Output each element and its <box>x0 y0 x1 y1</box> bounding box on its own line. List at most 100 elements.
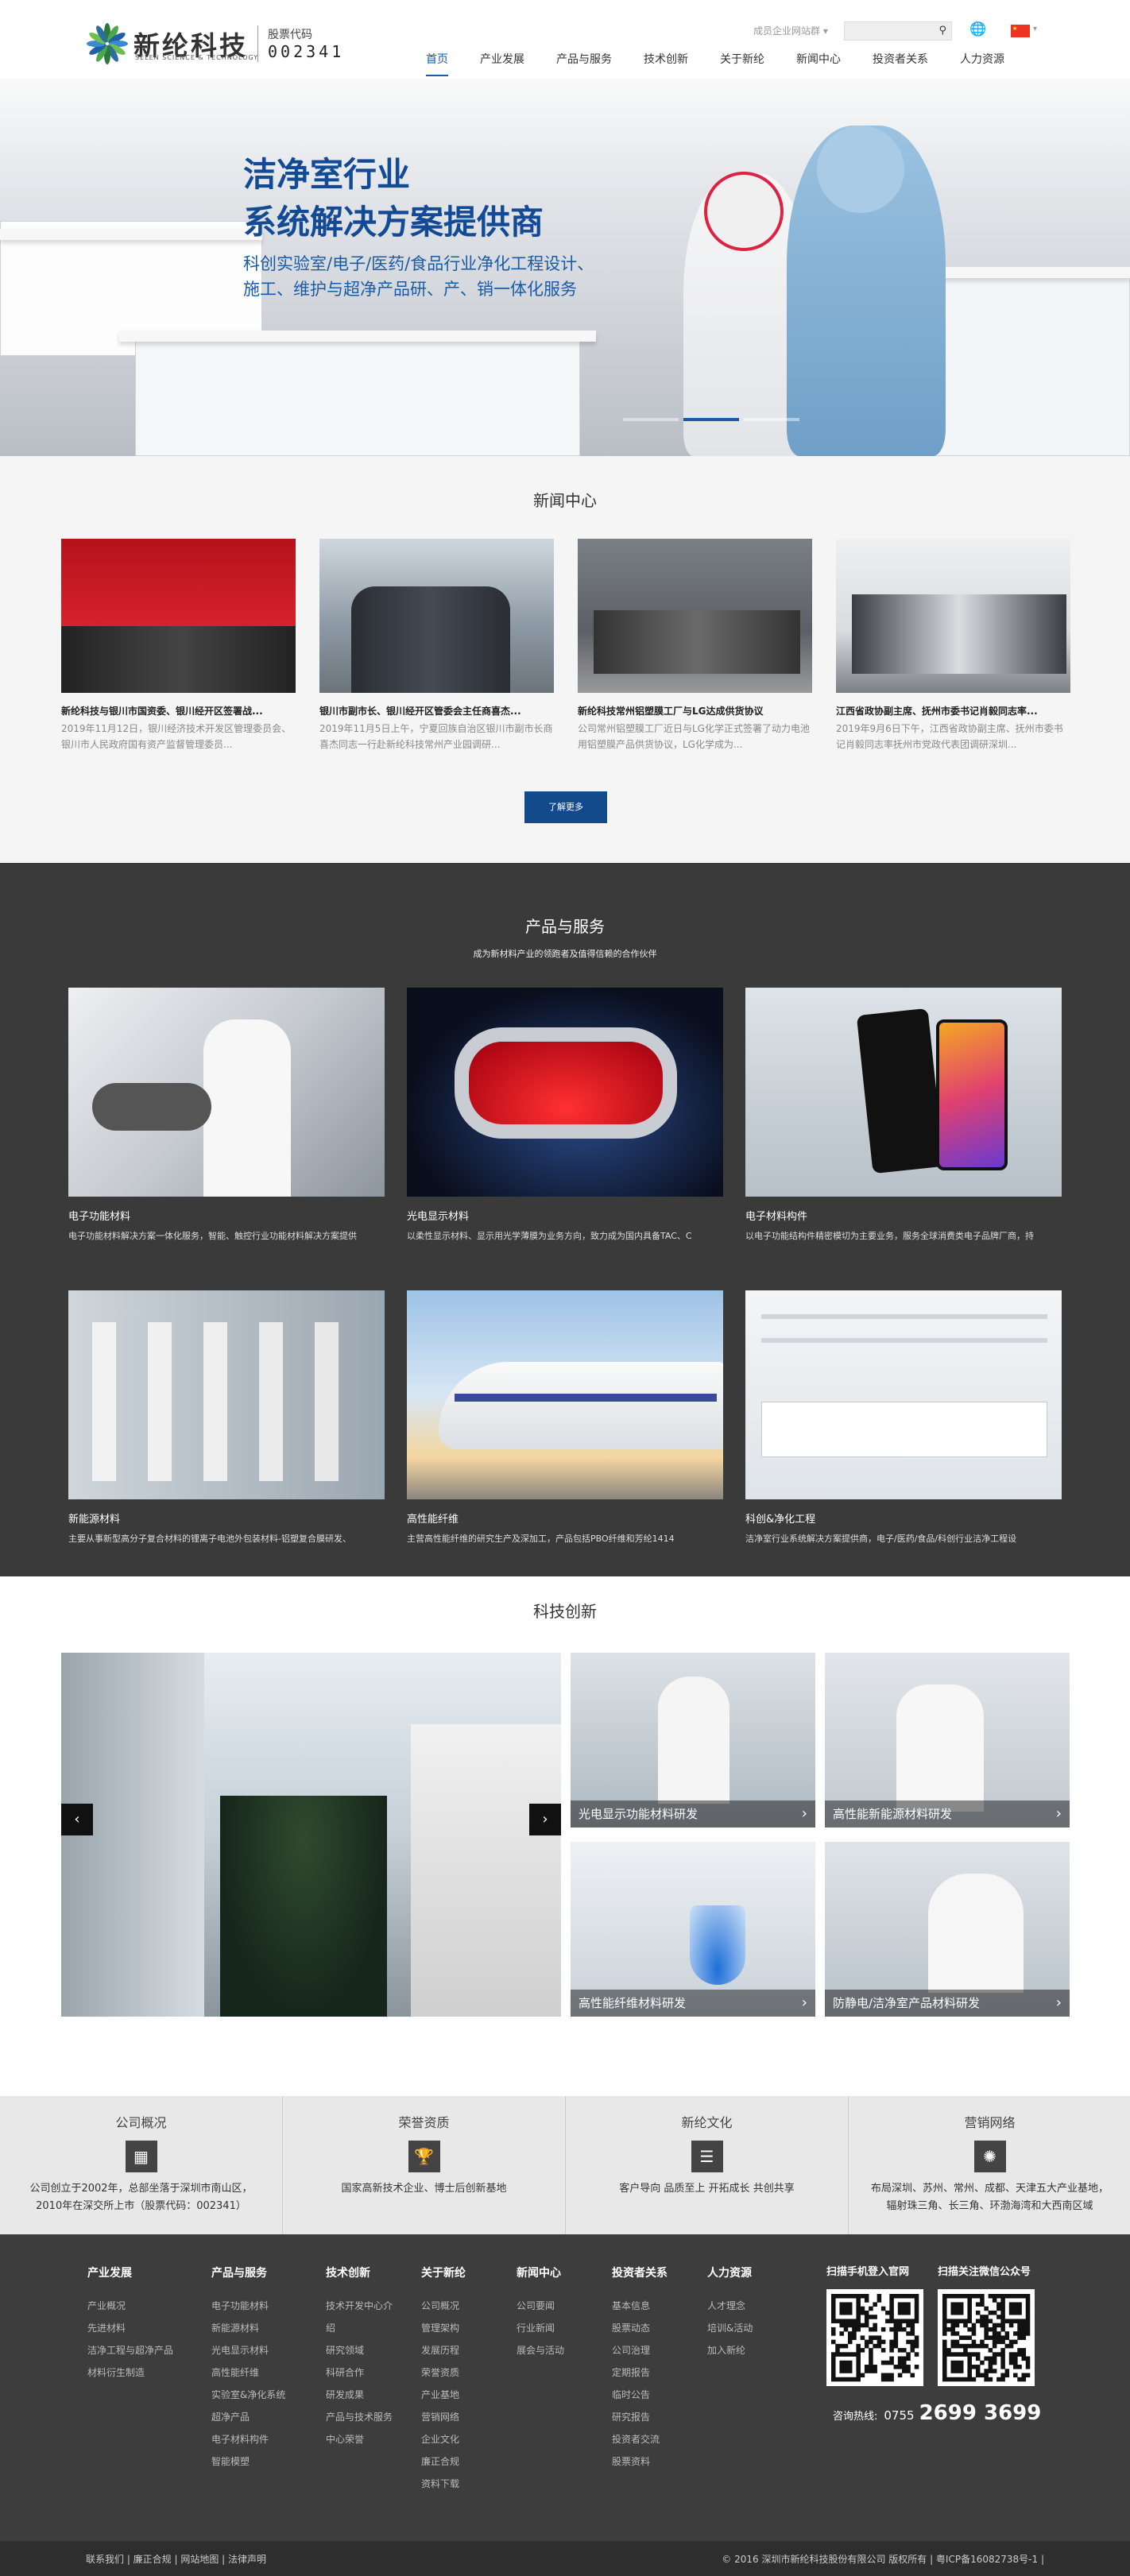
news-card[interactable]: 新纶科技常州铝塑膜工厂与LG达成供货协议 公司常州铝塑膜工厂近日与LG化学正式签… <box>578 539 812 752</box>
footer-link[interactable]: 资料下载 <box>421 2473 466 2495</box>
footer-link[interactable]: 定期报告 <box>612 2361 668 2384</box>
product-card[interactable]: 光电显示材料 以柔性显示材料、显示用光学薄膜为业务方向，致力成为国内具备TAC、… <box>407 988 723 1242</box>
tech-card[interactable]: 光电显示功能材料研发 › <box>571 1653 815 1828</box>
site-logo[interactable]: 新纶科技 SELEN SCIENCE & TECHNOLOGY 股票代码 002… <box>86 22 344 65</box>
overview-title[interactable]: 荣誉资质 <box>283 2112 565 2131</box>
product-image[interactable] <box>407 1290 723 1499</box>
footer-link[interactable]: 公司要闻 <box>517 2295 564 2317</box>
news-headline[interactable]: 江西省政协副主席、抚州市委书记肖毅同志率... <box>836 704 1070 717</box>
footer-link[interactable]: 技术开发中心介 <box>326 2295 393 2317</box>
news-image[interactable] <box>578 539 812 693</box>
footer-link[interactable]: 荣誉资质 <box>421 2361 466 2384</box>
footer-link[interactable]: 人才理念 <box>707 2295 753 2317</box>
footer-link[interactable]: 高性能纤维 <box>211 2361 285 2384</box>
news-card[interactable]: 银川市副市长、银川经开区管委会主任商喜杰... 2019年11月5日上午，宁夏回… <box>319 539 554 752</box>
news-headline[interactable]: 新纶科技常州铝塑膜工厂与LG达成供货协议 <box>578 704 812 717</box>
footer-link[interactable]: 材料衍生制造 <box>87 2361 173 2384</box>
nav-item[interactable]: 人力资源 <box>960 51 1004 76</box>
footer-column-title[interactable]: 新闻中心 <box>517 2265 564 2280</box>
footer-bottom-links[interactable]: 联系我们 | 廉正合规 | 网站地图 | 法律声明 <box>86 2552 266 2566</box>
product-image[interactable] <box>68 1290 385 1499</box>
footer-column-title[interactable]: 产业发展 <box>87 2265 173 2280</box>
footer-link[interactable]: 基本信息 <box>612 2295 668 2317</box>
footer-link[interactable]: 公司概况 <box>421 2295 466 2317</box>
nav-item[interactable]: 投资者关系 <box>873 51 928 76</box>
member-sites-dropdown[interactable]: 成员企业网站群 ▾ <box>753 24 828 37</box>
tech-card-caption[interactable]: 高性能新能源材料研发 › <box>825 1800 1070 1828</box>
news-headline[interactable]: 新纶科技与银川市国资委、银川经开区签署战... <box>61 704 296 717</box>
product-name[interactable]: 新能源材料 <box>68 1510 385 1526</box>
nav-item[interactable]: 技术创新 <box>644 51 688 76</box>
footer-link[interactable]: 廉正合规 <box>421 2450 466 2473</box>
news-more-button[interactable]: 了解更多 <box>524 791 607 823</box>
product-image[interactable] <box>745 988 1062 1197</box>
footer-link[interactable]: 企业文化 <box>421 2428 466 2450</box>
footer-link[interactable]: 超净产品 <box>211 2406 285 2428</box>
search-input[interactable]: ⚲ <box>844 21 952 41</box>
footer-link[interactable]: 先进材料 <box>87 2317 173 2339</box>
footer-link[interactable]: 电子材料构件 <box>211 2428 285 2450</box>
product-name[interactable]: 科创&净化工程 <box>745 1510 1062 1526</box>
footer-column-title[interactable]: 投资者关系 <box>612 2265 668 2280</box>
overview-title[interactable]: 营销网络 <box>849 2112 1130 2131</box>
footer-column-title[interactable]: 产品与服务 <box>211 2265 285 2280</box>
product-name[interactable]: 高性能纤维 <box>407 1510 723 1526</box>
footer-link[interactable]: 产业基地 <box>421 2384 466 2406</box>
footer-link[interactable]: 研究报告 <box>612 2406 668 2428</box>
news-image[interactable] <box>319 539 554 693</box>
product-card[interactable]: 电子材料构件 以电子功能结构件精密模切为主要业务，服务全球消费类电子品牌厂商，持 <box>745 988 1062 1242</box>
overview-title[interactable]: 新纶文化 <box>566 2112 848 2131</box>
product-card[interactable]: 科创&净化工程 洁净室行业系统解决方案提供商，电子/医药/食品/科创行业洁净工程… <box>745 1290 1062 1545</box>
slider-next-button[interactable]: › <box>529 1804 561 1835</box>
tech-slider[interactable]: ‹ › <box>61 1653 561 2017</box>
footer-link[interactable]: 中心荣誉 <box>326 2428 393 2450</box>
footer-link[interactable]: 光电显示材料 <box>211 2339 285 2361</box>
footer-link[interactable]: 洁净工程与超净产品 <box>87 2339 173 2361</box>
product-image[interactable] <box>68 988 385 1197</box>
tech-card-caption[interactable]: 光电显示功能材料研发 › <box>571 1800 815 1828</box>
footer-link[interactable]: 实验室&净化系统 <box>211 2384 285 2406</box>
footer-link[interactable]: 发展历程 <box>421 2339 466 2361</box>
overview-title[interactable]: 公司概况 <box>0 2112 282 2131</box>
news-card[interactable]: 江西省政协副主席、抚州市委书记肖毅同志率... 2019年9月6日下午，江西省政… <box>836 539 1070 752</box>
tech-card-caption[interactable]: 高性能纤维材料研发 › <box>571 1990 815 2017</box>
overview-item[interactable]: 新纶文化 ☰ 客户导向 品质至上 开拓成长 共创共享 <box>566 2096 848 2234</box>
product-name[interactable]: 电子功能材料 <box>68 1208 385 1223</box>
footer-link[interactable]: 产品与技术服务 <box>326 2406 393 2428</box>
footer-link[interactable]: 研发成果 <box>326 2384 393 2406</box>
product-card[interactable]: 电子功能材料 电子功能材料解决方案一体化服务，智能、触控行业功能材料解决方案提供 <box>68 988 385 1242</box>
footer-link[interactable]: 科研合作 <box>326 2361 393 2384</box>
product-name[interactable]: 光电显示材料 <box>407 1208 723 1223</box>
nav-item[interactable]: 产品与服务 <box>556 51 612 76</box>
news-card[interactable]: 新纶科技与银川市国资委、银川经开区签署战... 2019年11月12日，银川经济… <box>61 539 296 752</box>
news-image[interactable] <box>836 539 1070 693</box>
tech-card[interactable]: 高性能纤维材料研发 › <box>571 1842 815 2017</box>
product-card[interactable]: 新能源材料 主要从事新型高分子复合材料的锂离子电池外包装材料-铝塑复合膜研发、 <box>68 1290 385 1545</box>
nav-item[interactable]: 首页 <box>426 51 448 76</box>
overview-item[interactable]: 营销网络 ✺ 布局深圳、苏州、常州、成都、天津五大产业基地， 辐射珠三角、长三角、… <box>849 2096 1130 2234</box>
product-name[interactable]: 电子材料构件 <box>745 1208 1062 1223</box>
china-flag-icon[interactable] <box>1011 25 1030 37</box>
nav-item[interactable]: 产业发展 <box>480 51 524 76</box>
chevron-down-icon[interactable]: ▾ <box>1033 25 1037 33</box>
nav-item[interactable]: 新闻中心 <box>796 51 841 76</box>
overview-item[interactable]: 公司概况 ▦ 公司创立于2002年，总部坐落于深圳市南山区， 2010年在深交所上… <box>0 2096 282 2234</box>
footer-link[interactable]: 股票资料 <box>612 2450 668 2473</box>
footer-link[interactable]: 行业新闻 <box>517 2317 564 2339</box>
slider-prev-button[interactable]: ‹ <box>61 1804 93 1835</box>
footer-link[interactable]: 临时公告 <box>612 2384 668 2406</box>
footer-link[interactable]: 研究领域 <box>326 2339 393 2361</box>
footer-link[interactable]: 投资者交流 <box>612 2428 668 2450</box>
overview-item[interactable]: 荣誉资质 🏆 国家高新技术企业、博士后创新基地 <box>283 2096 565 2234</box>
tech-card[interactable]: 防静电/洁净室产品材料研发 › <box>825 1842 1070 2017</box>
news-headline[interactable]: 银川市副市长、银川经开区管委会主任商喜杰... <box>319 704 554 717</box>
footer-column-title[interactable]: 技术创新 <box>326 2265 393 2280</box>
footer-link[interactable]: 展会与活动 <box>517 2339 564 2361</box>
footer-link[interactable]: 加入新纶 <box>707 2339 753 2361</box>
globe-icon[interactable]: 🌐 <box>969 21 986 37</box>
footer-link[interactable]: 公司治理 <box>612 2339 668 2361</box>
product-image[interactable] <box>407 988 723 1197</box>
tech-card-caption[interactable]: 防静电/洁净室产品材料研发 › <box>825 1990 1070 2017</box>
banner-pagination-dot[interactable] <box>744 418 799 421</box>
footer-link[interactable]: 电子功能材料 <box>211 2295 285 2317</box>
